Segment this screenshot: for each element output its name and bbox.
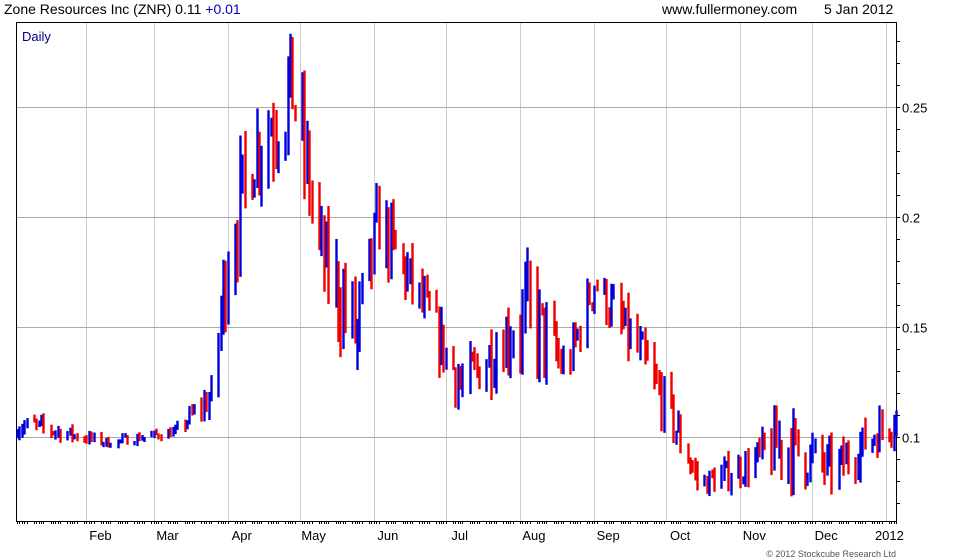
x-tick-label: 2012 <box>875 528 904 543</box>
price-bars <box>16 33 898 497</box>
x-tick-label: Sep <box>597 528 620 543</box>
y-tick-label: 0.25 <box>902 101 927 116</box>
interval-label: Daily <box>22 29 51 44</box>
x-tick-label: May <box>301 528 326 543</box>
y-tick-label: 0.1 <box>902 431 920 446</box>
copyright-notice: © 2012 Stockcube Research Ltd <box>766 549 896 559</box>
x-tick-label: Apr <box>232 528 253 543</box>
y-tick-label: 0.15 <box>902 321 927 336</box>
x-tick-label: Mar <box>156 528 179 543</box>
x-tick-label: Nov <box>743 528 767 543</box>
x-tick-label: Oct <box>670 528 691 543</box>
y-tick-label: 0.2 <box>902 211 920 226</box>
x-tick-label: Dec <box>815 528 839 543</box>
x-tick-label: Jun <box>377 528 398 543</box>
x-tick-label: Jul <box>451 528 468 543</box>
x-tick-label: Feb <box>89 528 111 543</box>
x-tick-label: Aug <box>522 528 545 543</box>
price-chart: Feb Mar Apr May Jun Jul Aug Sep Oct Nov Dec 2012 0.2… <box>16 22 927 543</box>
